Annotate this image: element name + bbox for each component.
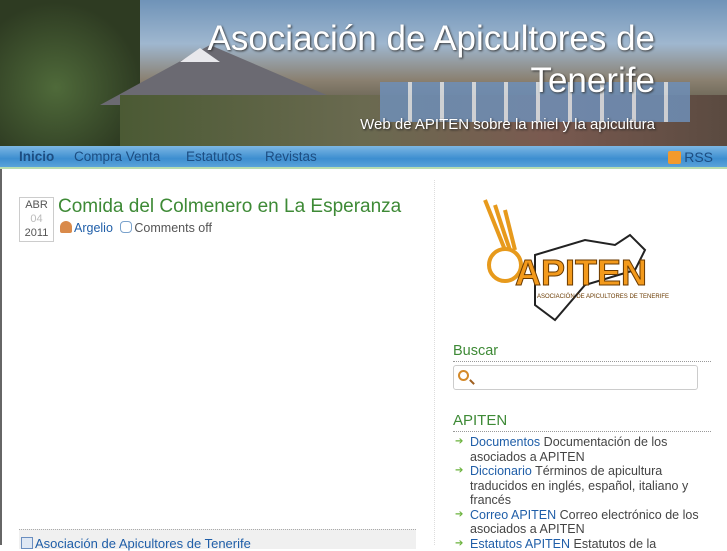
- page-icon: [21, 537, 33, 549]
- search-icon: [458, 370, 469, 381]
- nav-estatutos[interactable]: Estatutos: [186, 149, 242, 164]
- list-item: Diccionario Términos de apicultura tradu…: [455, 464, 715, 508]
- related-link[interactable]: Asociación de Apicultores de Tenerife: [19, 529, 416, 549]
- header-banner: Asociación de Apicultores de Tenerife We…: [0, 0, 727, 146]
- comments-icon: [120, 221, 132, 233]
- post-title[interactable]: Comida del Colmenero en La Esperanza: [58, 196, 401, 218]
- site-title[interactable]: Asociación de Apicultores de Tenerife: [135, 18, 655, 102]
- apiten-links: Documentos Documentación de los asociado…: [455, 435, 715, 551]
- post-month: ABR: [20, 198, 53, 212]
- rss-icon: [668, 151, 681, 164]
- list-item: Documentos Documentación de los asociado…: [455, 435, 715, 464]
- list-item: Correo APITEN Correo electrónico de los …: [455, 508, 715, 537]
- nav-revistas[interactable]: Revistas: [265, 149, 317, 164]
- link-correo[interactable]: Correo APITEN: [470, 508, 556, 522]
- link-documentos[interactable]: Documentos: [470, 435, 540, 449]
- author-icon: [60, 221, 72, 233]
- link-description: Estatutos de la: [574, 537, 657, 551]
- related-label: Asociación de Apicultores de Tenerife: [35, 536, 251, 551]
- column-divider: [434, 180, 435, 545]
- frame-border: [0, 169, 2, 545]
- nav-inicio[interactable]: Inicio: [19, 149, 54, 164]
- logo-text: APITEN: [515, 252, 647, 293]
- list-item: Estatutos APITEN Estatutos de la: [455, 537, 715, 551]
- main-nav: Inicio Compra Venta Estatutos Revistas R…: [0, 146, 727, 169]
- nav-compra-venta[interactable]: Compra Venta: [74, 149, 160, 164]
- post-date: ABR 04 2011: [19, 197, 54, 242]
- comments-status: Comments off: [134, 221, 212, 235]
- site-description: Web de APITEN sobre la miel y la apicult…: [360, 116, 655, 133]
- apiten-logo: APITEN ASOCIACIÓN DE APICULTORES DE TENE…: [465, 195, 675, 325]
- search-input[interactable]: [453, 365, 698, 390]
- post-day: 04: [20, 212, 53, 226]
- logo-bee-antennae: [485, 200, 515, 250]
- logo-subtext: ASOCIACIÓN DE APICULTORES DE TENERIFE: [537, 293, 669, 300]
- apiten-widget-title: APITEN: [453, 412, 711, 432]
- post-meta: Argelio Comments off: [60, 221, 212, 235]
- link-diccionario[interactable]: Diccionario: [470, 464, 532, 478]
- post-year: 2011: [20, 226, 53, 240]
- rss-label: RSS: [684, 149, 713, 165]
- author-link[interactable]: Argelio: [74, 221, 113, 235]
- link-estatutos[interactable]: Estatutos APITEN: [470, 537, 570, 551]
- rss-link[interactable]: RSS: [668, 149, 713, 165]
- search-widget-title: Buscar: [453, 343, 711, 362]
